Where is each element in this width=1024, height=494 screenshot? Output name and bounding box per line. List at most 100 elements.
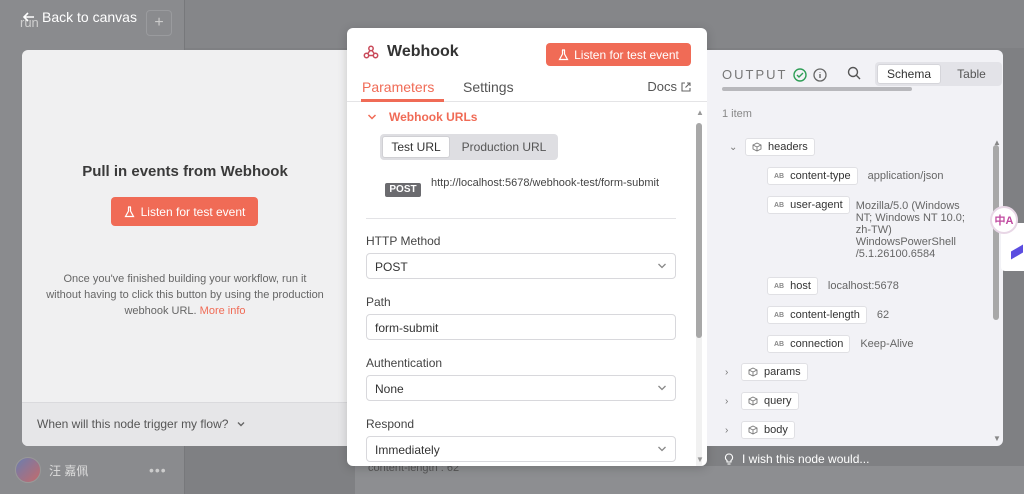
tree-key: params [764,366,801,378]
authentication-label: Authentication [366,356,443,370]
active-tab-indicator [361,99,444,102]
object-icon [752,142,762,152]
tree-key: body [764,424,788,436]
string-type-icon: AB [774,282,785,290]
flask-icon [558,48,569,60]
tree-key: host [790,280,811,292]
authentication-value: None [375,382,404,396]
chevron-down-icon: ⌄ [729,141,738,153]
chevron-down-icon [658,263,666,269]
tree-key: content-type [790,170,851,182]
flask-icon [124,205,135,217]
tree-field[interactable]: AB content-length 62 [767,306,889,324]
respond-value: Immediately [375,443,440,457]
respond-label: Respond [366,417,415,431]
http-method-label: HTTP Method [366,234,441,248]
chevron-down-icon [658,446,666,452]
modal-header: Webhook Listen for test event [347,28,707,76]
production-url-option[interactable]: Production URL [452,136,556,158]
listen-test-event-button[interactable]: Listen for test event [546,43,691,66]
listen-label-left: Listen for test event [140,204,246,219]
tab-settings[interactable]: Settings [463,79,514,95]
string-type-icon: AB [774,311,785,319]
tree-key: content-length [790,309,860,321]
tree-node-params[interactable]: › params [725,363,808,381]
user-name: 汪 嘉佩 [49,463,89,478]
listen-label: Listen for test event [574,47,679,62]
scroll-up-arrow[interactable]: ▲ [696,108,704,117]
back-label: Back to canvas [42,9,137,25]
feedback-label: I wish this node would... [742,452,870,466]
tree-key: connection [790,338,844,350]
tree-field[interactable]: AB content-type application/json [767,167,944,185]
path-value: form-submit [375,321,439,335]
string-type-icon: AB [774,172,785,180]
input-panel-title: Pull in events from Webhook [82,163,288,180]
tree-value: localhost:5678 [827,280,899,292]
tree-node-query[interactable]: › query [725,392,799,410]
translate-icon[interactable]: 中A [990,206,1018,234]
webhook-url[interactable]: http://localhost:5678/webhook-test/form-… [431,175,681,191]
tree-key: user-agent [790,199,843,211]
tree-value: Mozilla/5.0 (Windows NT; Windows NT 10.0… [855,200,965,260]
feedback-link[interactable]: I wish this node would... [724,452,869,466]
docs-label: Docs [647,79,677,94]
url-type-toggle: Test URL Production URL [380,134,558,160]
tree-field[interactable]: AB user-agent Mozilla/5.0 (Windows NT; Wi… [767,196,968,260]
add-node-button[interactable]: + [146,10,172,36]
listen-test-event-button-left[interactable]: Listen for test event [111,197,258,226]
object-icon [748,396,758,406]
more-options-icon[interactable]: ••• [149,462,167,478]
trigger-info-footer[interactable]: When will this node trigger my flow? [22,402,352,446]
chevron-down-icon [658,385,666,391]
respond-select[interactable]: Immediately [366,436,676,462]
user-menu[interactable]: 汪 嘉佩 [15,457,88,483]
parameters-body: Webhook URLs Test URL Production URL POS… [347,103,692,466]
tree-node-body[interactable]: › body [725,421,795,439]
scrollbar-thumb[interactable] [696,123,702,338]
more-info-link[interactable]: More info [200,305,246,317]
chevron-down-icon [237,422,245,427]
parameters-scrollbar[interactable] [696,123,702,466]
tree-key: headers [768,141,808,153]
modal-title: Webhook [387,43,459,60]
scroll-down-arrow[interactable]: ▼ [993,434,1001,443]
webhook-urls-label: Webhook URLs [389,110,478,124]
description-text: Once you've finished building your workf… [46,273,324,317]
chevron-right-icon: › [725,366,729,378]
tree-node-headers[interactable]: ⌄ headers [729,138,815,156]
back-to-canvas-link[interactable]: Back to canvas [22,9,137,25]
tree-field[interactable]: AB connection Keep-Alive [767,335,914,353]
path-input[interactable]: form-submit [366,314,676,340]
webhook-icon [363,45,379,59]
external-link-icon [681,81,691,92]
chevron-right-icon: › [725,395,729,407]
test-url-option[interactable]: Test URL [382,136,450,158]
input-panel: Pull in events from Webhook Listen for t… [22,50,352,446]
schema-tree: ⌄ headers AB content-type application/jso… [707,50,992,446]
http-method-select[interactable]: POST [366,253,676,279]
object-icon [748,425,758,435]
webhook-urls-toggle[interactable]: Webhook URLs [367,110,477,124]
output-panel: OUTPUT Schema Table 1 item ⌄ headers AB c… [707,50,1003,446]
tree-value: 62 [876,309,890,321]
docs-link[interactable]: Docs [647,79,691,94]
input-panel-description: Once you've finished building your workf… [46,271,324,319]
chevron-right-icon: › [725,424,729,436]
scroll-down-arrow[interactable]: ▼ [696,455,704,464]
tree-value: Keep-Alive [860,338,914,350]
tree-field[interactable]: AB host localhost:5678 [767,277,899,295]
string-type-icon: AB [774,201,785,209]
string-type-icon: AB [774,340,785,348]
tree-value: application/json [867,170,944,182]
trigger-question: When will this node trigger my flow? [37,417,229,431]
method-badge: POST [385,183,421,197]
arrow-left-icon [22,12,34,22]
avatar [15,457,41,483]
authentication-select[interactable]: None [366,375,676,401]
object-icon [748,367,758,377]
tree-key: query [764,395,792,407]
divider [366,218,676,219]
tab-parameters[interactable]: Parameters [362,79,434,95]
http-method-value: POST [375,260,408,274]
